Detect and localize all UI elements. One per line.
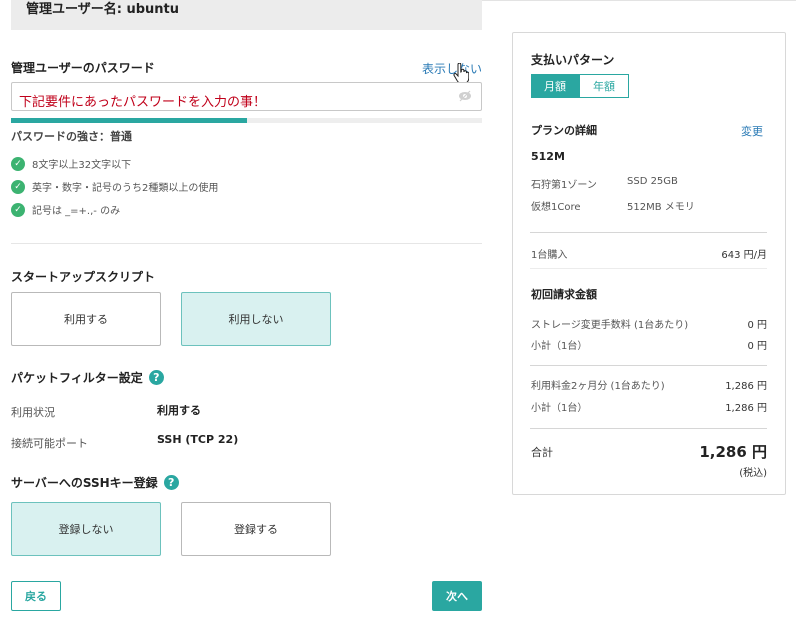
requirement-text: 8文字以上32文字以下 [32,160,132,171]
check-icon: ✓ [11,156,25,171]
tax-note: (税込) [739,468,767,479]
plan-memory: 512MB メモリ [627,202,695,213]
packet-filter-usage-label: 利用状況 [11,406,55,419]
storage-fee-label: ストレージ変更手数料 (1台あたり) [531,320,689,331]
requirement-text: 記号は _=+.,- のみ [32,206,121,217]
startup-script-title-text: スタートアップスクリプト [11,270,156,284]
requirement-text: 英字・数字・記号のうち2種類以上の使用 [32,183,219,194]
initial-billing-title: 初回請求金額 [531,288,597,301]
requirement-item: ✓ 8文字以上32文字以下 [11,156,131,171]
check-icon: ✓ [11,202,25,217]
section-divider [11,243,482,244]
eye-slash-icon[interactable] [458,90,472,102]
plan-name: 512M [531,150,565,163]
subtotal-value: 1,286 円 [725,403,767,414]
plan-zone: 石狩第1ゾーン [531,180,597,191]
startup-script-title: スタートアップスクリプト [11,268,155,285]
purchase-price: 643 円/月 [721,250,767,261]
tab-yearly[interactable]: 年額 [579,74,629,98]
plan-cpu: 仮想1Core [531,202,581,213]
ssh-key-title-text: サーバーへのSSHキー登録 [11,476,158,490]
summary-divider [530,232,767,233]
packet-filter-usage-value: 利用する [157,404,201,417]
payment-pattern-title: 支払いパターン [531,53,615,67]
password-strength-fill [11,118,247,123]
packet-filter-title-text: パケットフィルター設定 [11,371,143,385]
password-label: 管理ユーザーのパスワード [11,61,155,75]
subtotal-value: 0 円 [747,341,767,352]
startup-script-nouse-option[interactable]: 利用しない [181,292,331,346]
help-icon[interactable]: ? [163,475,179,490]
usage-fee-value: 1,286 円 [725,381,767,392]
top-border [481,0,796,1]
subtotal-label: 小計（1台） [531,341,588,352]
ssh-key-title: サーバーへのSSHキー登録 ? [11,474,179,491]
packet-filter-title: パケットフィルター設定 ? [11,369,164,386]
packet-filter-port-label: 接続可能ポート [11,437,88,450]
ssh-key-register-option[interactable]: 登録する [181,502,331,556]
plan-details-title: プランの詳細 [531,124,597,137]
packet-filter-port-value: SSH (TCP 22) [157,433,239,446]
total-value: 1,286 円 [699,443,767,461]
purchase-label: 1台購入 [531,250,568,261]
usage-fee-label: 利用料金2ヶ月分 (1台あたり) [531,381,665,392]
next-button[interactable]: 次へ [432,581,482,611]
startup-script-use-option[interactable]: 利用する [11,292,161,346]
ssh-key-none-option[interactable]: 登録しない [11,502,161,556]
password-visibility-toggle[interactable]: 表示しない [422,60,482,77]
summary-divider [530,268,767,269]
requirement-item: ✓ 記号は _=+.,- のみ [11,202,120,217]
summary-divider [530,365,767,366]
storage-fee-value: 0 円 [747,320,767,331]
tab-monthly[interactable]: 月額 [531,74,579,98]
back-button[interactable]: 戻る [11,581,61,611]
plan-disk: SSD 25GB [627,176,678,187]
admin-user-label: 管理ユーザー名: ubuntu [26,2,180,17]
subtotal-label: 小計（1台） [531,403,588,414]
password-input-value: 下記要件にあったパスワードを入力の事！ [19,95,267,110]
summary-divider [530,428,767,429]
total-label: 合計 [531,446,553,459]
password-strength-text: パスワードの強さ：普通 [11,130,132,143]
change-plan-link[interactable]: 変更 [741,123,763,139]
help-icon[interactable]: ? [148,370,164,385]
check-icon: ✓ [11,179,25,194]
requirement-item: ✓ 英字・数字・記号のうち2種類以上の使用 [11,179,218,194]
order-summary-panel [512,32,786,495]
